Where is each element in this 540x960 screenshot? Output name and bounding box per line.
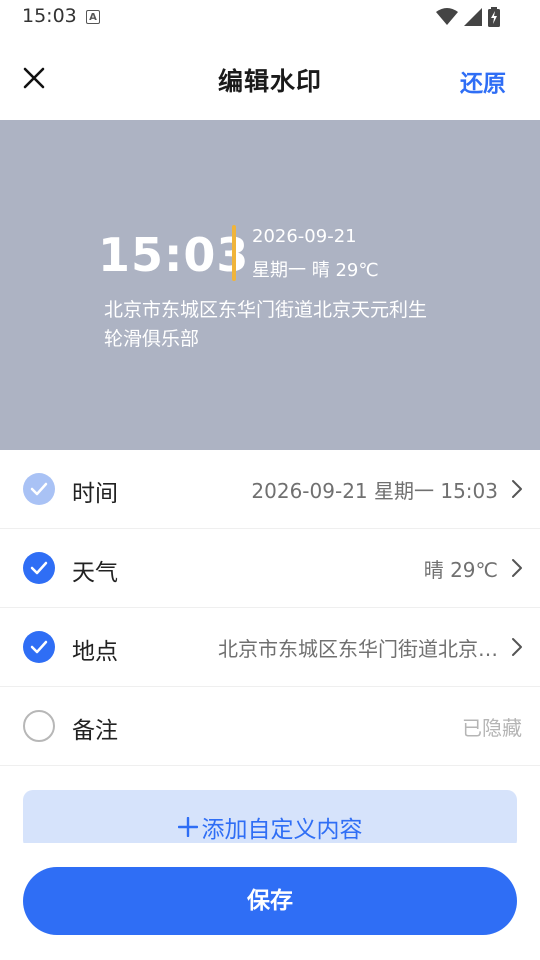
time-checkbox[interactable] bbox=[23, 473, 55, 505]
chevron-right-icon bbox=[512, 638, 522, 656]
chevron-right-icon bbox=[512, 559, 522, 577]
option-value-time: 2026-09-21 星期一 15:03 bbox=[251, 479, 498, 503]
signal-icon bbox=[464, 8, 482, 26]
watermark-divider bbox=[232, 225, 236, 281]
option-row-note[interactable]: 备注 已隐藏 bbox=[0, 687, 540, 766]
restore-button[interactable]: 还原 bbox=[460, 64, 506, 98]
watermark-weekday-weather: 星期一 晴 29℃ bbox=[252, 260, 379, 281]
option-value-note: 已隐藏 bbox=[462, 716, 522, 740]
option-label-location: 地点 bbox=[72, 639, 118, 665]
watermark-preview: 15:03 2026-09-21 星期一 晴 29℃ 北京市东城区东华门街道北京… bbox=[0, 120, 540, 450]
watermark-address: 北京市东城区东华门街道北京天元利生轮滑俱乐部 bbox=[104, 299, 428, 350]
notification-icon: A bbox=[86, 10, 100, 24]
add-custom-content-label: 添加自定义内容 bbox=[201, 817, 363, 843]
option-row-weather[interactable]: 天气 晴 29℃ bbox=[0, 529, 540, 608]
option-row-time[interactable]: 时间 2026-09-21 星期一 15:03 bbox=[0, 450, 540, 529]
status-time: 15:03 bbox=[22, 5, 77, 27]
check-icon bbox=[30, 561, 48, 575]
watermark-date: 2026-09-21 bbox=[252, 226, 357, 247]
status-icons bbox=[436, 6, 500, 28]
weather-checkbox[interactable] bbox=[23, 552, 55, 584]
check-icon bbox=[30, 482, 48, 496]
watermark-time: 15:03 bbox=[98, 228, 250, 282]
option-value-weather: 晴 29℃ bbox=[423, 558, 498, 582]
add-custom-content-button[interactable]: 添加自定义内容 bbox=[23, 790, 517, 850]
note-checkbox[interactable] bbox=[23, 710, 55, 742]
chevron-right-icon bbox=[512, 480, 522, 498]
option-value-location: 北京市东城区东华门街道北京… bbox=[218, 637, 498, 661]
option-row-location[interactable]: 地点 北京市东城区东华门街道北京… bbox=[0, 608, 540, 687]
save-button[interactable]: 保存 bbox=[23, 867, 517, 935]
option-label-note: 备注 bbox=[72, 718, 118, 744]
battery-icon bbox=[488, 7, 500, 27]
option-label-weather: 天气 bbox=[72, 560, 118, 586]
header: 编辑水印 还原 bbox=[0, 40, 540, 120]
option-label-time: 时间 bbox=[72, 481, 118, 507]
page-title: 编辑水印 bbox=[217, 67, 322, 96]
location-checkbox[interactable] bbox=[23, 631, 55, 663]
status-bar: 15:03 A bbox=[0, 0, 540, 34]
check-icon bbox=[30, 640, 48, 654]
plus-icon bbox=[177, 817, 198, 837]
wifi-icon bbox=[436, 8, 458, 25]
